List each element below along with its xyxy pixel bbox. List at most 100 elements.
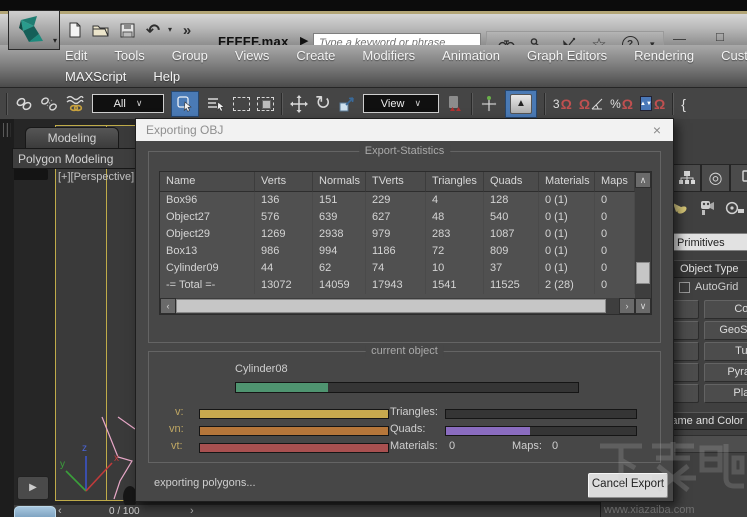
- scroll-down-icon[interactable]: ∨: [635, 298, 651, 314]
- track-bar-handle[interactable]: [14, 506, 56, 517]
- new-file-icon[interactable]: [64, 20, 86, 40]
- named-selection-sets-icon[interactable]: {: [681, 92, 686, 116]
- selection-filter-dropdown[interactable]: All ∨: [92, 94, 164, 113]
- vt-progressbar: [199, 443, 389, 453]
- logo-caret-icon: ▾: [52, 36, 57, 45]
- vertical-scrollbar[interactable]: ∧ ∨: [635, 172, 651, 314]
- use-pivot-point-icon[interactable]: [446, 92, 464, 116]
- time-slider-value[interactable]: 0 / 100: [109, 506, 140, 517]
- menu-group[interactable]: Group: [172, 48, 208, 63]
- scroll-left-icon[interactable]: ‹: [160, 298, 176, 314]
- dialog-title-bar[interactable]: Exporting OBJ: [136, 119, 673, 141]
- primitives-dropdown[interactable]: Primitives: [671, 233, 747, 251]
- ribbon-expand-button[interactable]: ▶: [17, 476, 49, 500]
- axis-y-label: y: [60, 459, 65, 470]
- axis-z-label: z: [82, 443, 87, 454]
- col-header-name[interactable]: Name: [160, 172, 255, 192]
- select-and-scale-icon[interactable]: [338, 92, 356, 116]
- toolbar-separator: [6, 92, 8, 115]
- export-statistics-group: Export-Statistics Name Verts Normals TVe…: [148, 145, 661, 343]
- menu-maxscript[interactable]: MAXScript: [65, 69, 126, 84]
- minimize-button[interactable]: —: [673, 32, 686, 45]
- helpers-icon[interactable]: [725, 200, 744, 219]
- triangles-label: Triangles:: [390, 406, 438, 418]
- spinner-snap-icon[interactable]: ▲▼ Ω: [639, 92, 665, 116]
- select-and-move-icon[interactable]: [290, 92, 308, 116]
- window-crossing-selection-icon[interactable]: [257, 92, 274, 116]
- horizontal-scroll-thumb[interactable]: [176, 299, 606, 313]
- button-pyramid[interactable]: Pyramid: [704, 363, 747, 382]
- select-and-manipulate-icon[interactable]: [480, 92, 498, 116]
- toolbar-flyout-icon[interactable]: »: [176, 20, 198, 40]
- menu-views[interactable]: Views: [235, 48, 269, 63]
- rectangular-selection-region-icon[interactable]: [233, 92, 250, 116]
- panel-tab-display[interactable]: [730, 164, 747, 192]
- menu-modifiers[interactable]: Modifiers: [362, 48, 415, 63]
- reference-coordinate-value: View: [380, 97, 405, 110]
- toolbar-separator: [543, 92, 546, 115]
- col-header-materials[interactable]: Materials: [539, 172, 595, 192]
- col-header-quads[interactable]: Quads: [484, 172, 539, 192]
- exporting-obj-dialog: Exporting OBJ × Export-Statistics Name V…: [135, 118, 674, 502]
- menu-animation[interactable]: Animation: [442, 48, 500, 63]
- snaps-toggle-icon[interactable]: 3Ω: [553, 92, 572, 116]
- scroll-up-icon[interactable]: ∧: [635, 172, 651, 188]
- col-header-normals[interactable]: Normals: [313, 172, 366, 192]
- current-object-label: current object: [365, 345, 444, 357]
- maximize-button[interactable]: □: [716, 30, 724, 43]
- cancel-export-button[interactable]: Cancel Export: [588, 473, 668, 498]
- menu-help[interactable]: Help: [153, 69, 180, 84]
- keyboard-shortcut-override-button[interactable]: ▲: [504, 89, 537, 118]
- col-header-triangles[interactable]: Triangles: [426, 172, 484, 192]
- button-cone[interactable]: Cone: [704, 300, 747, 319]
- time-next-arrow[interactable]: ›: [190, 505, 194, 517]
- select-and-link-icon[interactable]: [15, 92, 33, 116]
- menu-create[interactable]: Create: [296, 48, 335, 63]
- select-by-name-icon[interactable]: [206, 92, 226, 116]
- time-prev-arrow[interactable]: ‹: [58, 505, 62, 517]
- save-file-icon[interactable]: [116, 20, 138, 40]
- bind-to-space-warp-icon[interactable]: [65, 92, 85, 116]
- vertical-scroll-thumb[interactable]: [636, 262, 650, 284]
- undo-flyout-caret-icon[interactable]: ▾: [168, 26, 172, 34]
- app-window: FFFFF.max ▶ ☆ ? ▾ — □: [0, 0, 747, 517]
- col-header-tverts[interactable]: TVerts: [366, 172, 426, 192]
- viewport-label[interactable]: [+][Perspective]: [58, 171, 134, 183]
- ribbon-panel-polygon-modeling[interactable]: Polygon Modeling: [12, 148, 141, 169]
- menu-rendering[interactable]: Rendering: [634, 48, 694, 63]
- current-object-group: current object Cylinder08 v: vn: vt: Tri…: [148, 345, 661, 463]
- ribbon-drag-handle[interactable]: [7, 123, 11, 137]
- panel-tab-motion[interactable]: ◎: [701, 164, 730, 192]
- reference-coordinate-dropdown[interactable]: View ∨: [362, 94, 439, 113]
- axis-x-label: x: [114, 453, 119, 464]
- col-header-verts[interactable]: Verts: [255, 172, 313, 192]
- app-logo-button[interactable]: ▾: [8, 10, 60, 50]
- menu-graph-editors[interactable]: Graph Editors: [527, 48, 607, 63]
- menu-customize[interactable]: Customize: [721, 48, 747, 63]
- col-header-maps[interactable]: Maps: [595, 172, 635, 192]
- horizontal-scrollbar[interactable]: ‹ ›: [160, 298, 635, 314]
- button-tube[interactable]: Tube: [704, 342, 747, 361]
- menu-edit[interactable]: Edit: [65, 48, 87, 63]
- select-and-rotate-icon[interactable]: ↻: [315, 92, 331, 116]
- undo-icon[interactable]: ↶: [142, 20, 164, 40]
- unlink-selection-icon[interactable]: [40, 92, 58, 116]
- ribbon-tab-modeling[interactable]: Modeling: [25, 127, 119, 149]
- select-object-button[interactable]: [171, 90, 199, 117]
- angle-snap-icon[interactable]: Ω: [579, 92, 603, 116]
- button-geosphere[interactable]: GeoSphere: [704, 321, 747, 340]
- close-icon[interactable]: ×: [648, 119, 666, 141]
- menu-bar: Edit Tools Group Views Create Modifiers …: [0, 45, 747, 87]
- vt-label: vt:: [171, 440, 183, 452]
- rollout-object-type[interactable]: Object Type: [673, 260, 747, 278]
- cameras-icon[interactable]: [697, 199, 717, 220]
- quads-label: Quads:: [390, 423, 426, 435]
- table-row: Box13 986 994 1186 72 809 0 (1) 0: [160, 243, 651, 260]
- open-file-icon[interactable]: [90, 20, 112, 40]
- button-plane[interactable]: Plane: [704, 384, 747, 403]
- autogrid-checkbox[interactable]: [679, 281, 690, 293]
- panel-tab-hierarchy[interactable]: [672, 164, 701, 192]
- percent-snap-icon[interactable]: % Ω: [610, 92, 633, 116]
- scroll-right-icon[interactable]: ›: [619, 298, 635, 314]
- menu-tools[interactable]: Tools: [114, 48, 144, 63]
